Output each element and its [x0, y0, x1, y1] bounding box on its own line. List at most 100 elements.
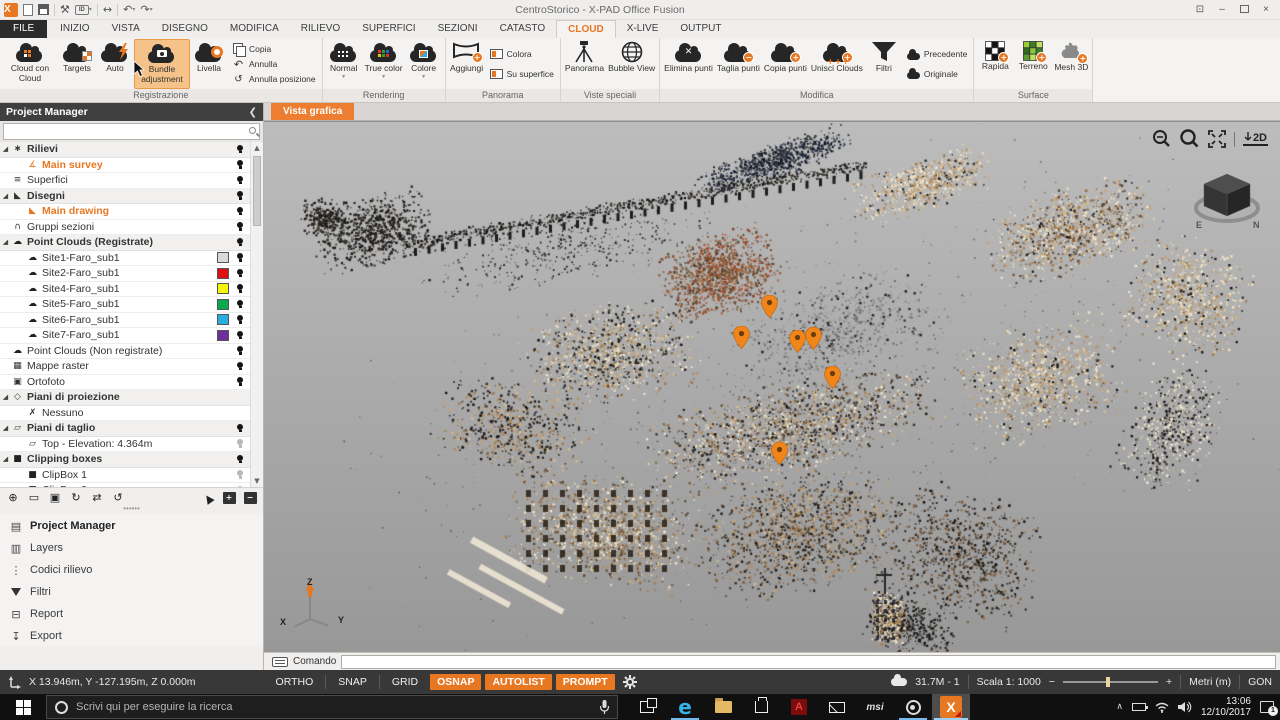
scale-plus[interactable]: +: [1166, 676, 1172, 688]
taskbar-app-obs[interactable]: [894, 694, 932, 720]
visibility-bulb-icon[interactable]: [237, 176, 243, 182]
toggle-ortho[interactable]: ORTHO: [272, 676, 318, 688]
tree-expander-icon[interactable]: ◢: [0, 424, 11, 432]
taskbar-clock[interactable]: 13:06 12/10/2017: [1201, 696, 1251, 718]
wifi-icon[interactable]: [1155, 702, 1169, 713]
toggle-snap[interactable]: SNAP: [334, 676, 371, 688]
ribbon-button-terreno[interactable]: +Terreno: [1014, 39, 1052, 89]
tree-scrollbar[interactable]: ▲ ▼: [250, 142, 263, 487]
ribbon-button-colora[interactable]: Colora: [490, 49, 554, 59]
panel-nav-project-manager[interactable]: ▤Project Manager: [0, 515, 263, 537]
visibility-bulb-icon[interactable]: [237, 470, 243, 476]
ribbon-button-cloud-con-cloud[interactable]: Cloud con Cloud: [2, 39, 58, 89]
tree-item-clipbox-2[interactable]: ■ClipBox 2: [0, 483, 250, 487]
scroll-down-icon[interactable]: ▼: [251, 475, 263, 487]
units-selector[interactable]: Metri (m): [1189, 676, 1231, 688]
tree-item-superfici[interactable]: ≡Superfici: [0, 173, 250, 189]
battery-icon[interactable]: [1132, 703, 1146, 711]
volume-icon[interactable]: [1178, 701, 1192, 713]
visibility-bulb-icon[interactable]: [237, 160, 243, 166]
ribbon-button-mesh-3d[interactable]: +Mesh 3D: [1052, 39, 1090, 89]
scan-position-pin-4[interactable]: [805, 327, 822, 353]
visibility-bulb-icon[interactable]: [237, 284, 243, 290]
tray-chevron-icon[interactable]: ∧: [1116, 702, 1123, 712]
visibility-bulb-icon[interactable]: [237, 362, 243, 368]
ribbon-button-bubble-view[interactable]: Bubble View: [606, 39, 657, 89]
tree-expander-icon[interactable]: ◢: [0, 192, 11, 200]
ribbon-button-filtri[interactable]: Filtri: [865, 39, 903, 89]
tree-item-top-elevation-4-364m[interactable]: ▱Top - Elevation: 4.364m: [0, 437, 250, 453]
ribbon-button-copia[interactable]: Copia: [232, 43, 316, 55]
panel-nav-report[interactable]: ⊟Report: [0, 603, 263, 625]
ribbon-button-colore[interactable]: Colore▾: [405, 39, 443, 89]
tree-expander-icon[interactable]: ◢: [0, 393, 11, 401]
ribbon-button-unisci-clouds[interactable]: ++++Unisci Clouds: [809, 39, 865, 89]
panel-nav-export[interactable]: ↧Export: [0, 625, 263, 647]
ribbon-button-annulla-posizione[interactable]: ↺Annulla posizione: [232, 73, 316, 85]
tree-item-main-survey[interactable]: ∡Main survey: [0, 158, 250, 174]
ribbon-button-targets[interactable]: Targets: [58, 39, 96, 89]
taskbar-app-explorer[interactable]: [704, 694, 742, 720]
settings-gear-icon[interactable]: [623, 675, 637, 689]
tree-item-site7-faro-sub1[interactable]: ☁Site7-Faro_sub1: [0, 328, 250, 344]
ribbon-button-annulla[interactable]: ↶Annulla: [232, 58, 316, 70]
visibility-bulb-icon[interactable]: [237, 315, 243, 321]
tree-item-mappe-raster[interactable]: ▦Mappe raster: [0, 359, 250, 375]
visibility-bulb-icon[interactable]: [237, 238, 243, 244]
tab-catasto[interactable]: CATASTO: [489, 20, 557, 38]
taskbar-app-task-view[interactable]: [628, 694, 666, 720]
tree-item-disegni[interactable]: ◢◣Disegni: [0, 189, 250, 205]
panel-splitter[interactable]: ••••••: [0, 507, 263, 515]
visibility-bulb-icon[interactable]: [237, 191, 243, 197]
color-swatch[interactable]: [217, 299, 229, 310]
tree-item-nessuno[interactable]: ✗Nessuno: [0, 406, 250, 422]
view-refresh-icon[interactable]: ↻: [69, 491, 83, 505]
taskbar-search[interactable]: Scrivi qui per eseguire la ricerca: [46, 695, 618, 719]
visibility-bulb-icon[interactable]: [237, 377, 243, 383]
visibility-bulb-icon[interactable]: [237, 486, 243, 487]
ribbon-button-elimina-punti[interactable]: ✕Elimina punti: [662, 39, 715, 89]
scale-slider[interactable]: [1063, 681, 1158, 683]
action-center-icon[interactable]: 1: [1260, 701, 1274, 713]
tree-expander-icon[interactable]: ◢: [0, 238, 11, 246]
toggle-grid[interactable]: GRID: [388, 676, 422, 688]
scroll-up-icon[interactable]: ▲: [251, 142, 263, 154]
visibility-bulb-icon[interactable]: [237, 455, 243, 461]
ribbon-button-panorama[interactable]: Panorama: [563, 39, 606, 89]
tab-sezioni[interactable]: SEZIONI: [427, 20, 489, 38]
panel-nav-filtri[interactable]: Filtri: [0, 581, 263, 603]
view-2d-icon[interactable]: 2D: [1243, 132, 1268, 146]
tab-x-live[interactable]: X-LIVE: [616, 20, 670, 38]
visibility-bulb-icon[interactable]: [237, 222, 243, 228]
restore-icon[interactable]: [1234, 2, 1254, 17]
refresh-icon[interactable]: ↺: [111, 491, 125, 505]
ribbon-button-su-superfice[interactable]: Su superfice: [490, 69, 554, 79]
add-circle-icon[interactable]: ⊕: [6, 491, 20, 505]
toggle-osnap[interactable]: OSNAP: [430, 674, 481, 690]
command-input[interactable]: [341, 655, 1276, 669]
taskbar-app-acrobat[interactable]: A: [780, 694, 818, 720]
graphics-viewport[interactable]: 2D E N: [264, 121, 1280, 652]
visibility-bulb-icon[interactable]: [237, 207, 243, 213]
angle-unit-selector[interactable]: GON: [1248, 676, 1272, 688]
box-remove-icon[interactable]: −: [243, 491, 257, 505]
scale-minus[interactable]: −: [1049, 676, 1055, 688]
scan-position-pin-2[interactable]: [733, 326, 750, 352]
tree-item-clipping-boxes[interactable]: ◢■Clipping boxes: [0, 452, 250, 468]
tab-vista-grafica[interactable]: Vista grafica: [271, 103, 354, 120]
scan-position-pin-3[interactable]: [789, 330, 806, 356]
tab-file[interactable]: FILE: [0, 20, 47, 38]
tree-expander-icon[interactable]: ◢: [0, 145, 11, 153]
tree-item-site4-faro-sub1[interactable]: ☁Site4-Faro_sub1: [0, 282, 250, 298]
tab-modifica[interactable]: MODIFICA: [219, 20, 290, 38]
box-add-icon[interactable]: +: [222, 491, 236, 505]
tree-item-site6-faro-sub1[interactable]: ☁Site6-Faro_sub1: [0, 313, 250, 329]
ribbon-button-originale[interactable]: Originale: [907, 68, 967, 79]
visibility-bulb-icon[interactable]: [237, 439, 243, 445]
visibility-bulb-icon[interactable]: [237, 145, 243, 151]
tree-item-rilievi[interactable]: ◢∗Rilievi: [0, 142, 250, 158]
panel-nav-layers[interactable]: ▥Layers: [0, 537, 263, 559]
point-cloud-canvas[interactable]: [264, 122, 1280, 652]
minimize-icon[interactable]: –: [1212, 2, 1232, 17]
ribbon-button-auto[interactable]: Auto: [96, 39, 134, 89]
